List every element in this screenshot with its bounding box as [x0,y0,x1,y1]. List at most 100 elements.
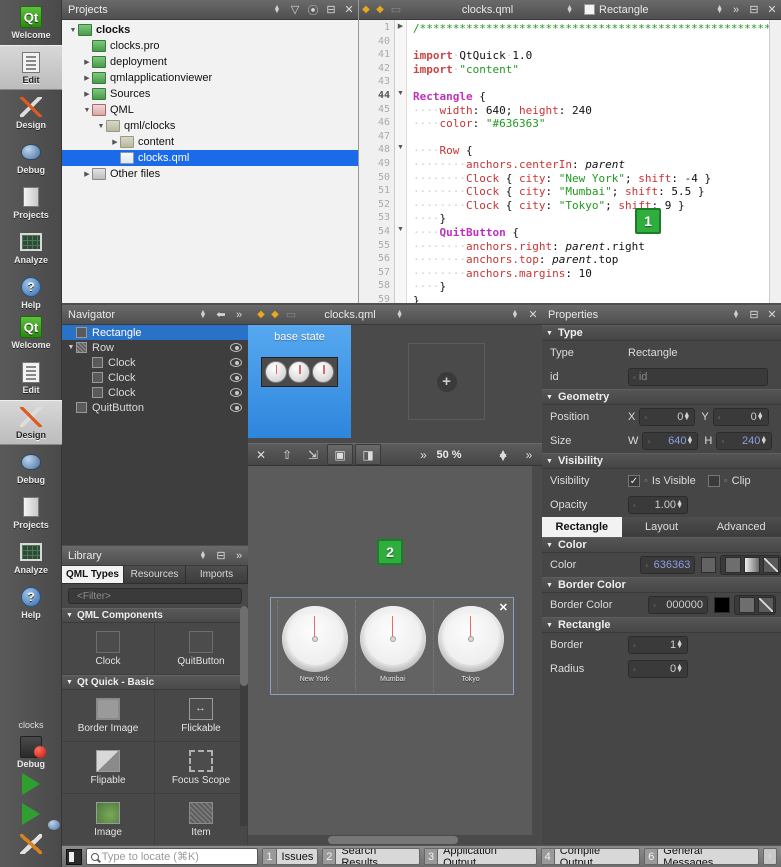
output-stepper-icon[interactable]: ▲▼ [763,848,777,865]
snap-layout-icon[interactable]: ⇲ [300,444,326,465]
code-line[interactable]: import·QtQuick·1.0 [413,49,781,63]
library-sections[interactable]: ▼QML ComponentsClockQuitButton▼Qt Quick … [62,608,248,846]
library-item[interactable]: Item [155,794,248,846]
library-item[interactable]: QuitButton [155,623,248,675]
code-line[interactable] [413,76,781,90]
no-border-button[interactable] [758,597,774,613]
more-icon[interactable]: » [727,1,745,19]
fold-marker[interactable]: ▼ [395,226,406,240]
fold-marker[interactable] [395,104,406,118]
projects-combo-stepper-icon[interactable]: ▲▼ [268,1,286,19]
code-line[interactable]: ····Row { [413,144,781,158]
navigator-combo-stepper-icon[interactable]: ▲▼ [194,306,212,324]
code-area[interactable]: 1404142434445464748495051525354555657585… [359,20,781,303]
radius-field[interactable]: ◦ 0 ▲▼ [628,660,688,678]
properties-tabs[interactable]: RectangleLayoutAdvanced [542,517,781,537]
mode-edit[interactable]: Edit [0,45,62,90]
library-item[interactable]: Image [62,794,155,846]
library-filter-input[interactable]: <Filter> [68,588,242,604]
properties-tab[interactable]: Layout [622,517,702,537]
disclosure-arrow-icon[interactable]: ▼ [66,344,76,351]
mode-debug[interactable]: Debug [0,445,62,490]
color-field[interactable]: ◦ 636363 [640,556,695,574]
close-icon[interactable]: ✕ [763,306,781,324]
state-card-base[interactable]: base state [248,325,351,438]
debug-button[interactable] [0,799,62,829]
navigator-tree[interactable]: Rectangle▼RowClockClockClockQuitButton [62,325,248,415]
file-combo-stepper-icon[interactable]: ▲▼ [566,6,573,14]
code-line[interactable]: ····color: "#636363" [413,117,781,131]
close-icon[interactable]: ✕ [763,1,781,19]
navigator-item[interactable]: Rectangle [62,325,248,340]
mode-help[interactable]: ?Help [0,270,62,315]
canvas-hscrollbar[interactable] [248,835,542,845]
library-item[interactable]: Flipable [62,742,155,794]
code-line[interactable]: ········anchors.centerIn: parent [413,158,781,172]
source-code[interactable]: /***************************************… [407,20,781,303]
mode-welcome[interactable]: QtWelcome [0,0,62,45]
mode-projects[interactable]: Projects [0,180,62,225]
w-stepper-icon[interactable]: ▲▼ [686,437,693,445]
disclosure-arrow-icon[interactable]: ▶ [82,58,92,66]
mode-edit[interactable]: Edit [0,355,62,400]
states-file-combo[interactable]: clocks.qml ▲▼ [300,305,407,325]
toggle-outline-icon[interactable]: ◨ [355,444,381,465]
library-item[interactable]: Flickable [155,690,248,742]
library-scroll-thumb[interactable] [240,606,248,686]
clock-item[interactable]: Tokyo [433,600,507,692]
properties-combo-stepper-icon[interactable]: ▲▼ [727,306,745,324]
project-tree-item[interactable]: clocks.qml [62,150,358,166]
code-line[interactable] [413,131,781,145]
h-field[interactable]: ◦ 240 ▲▼ [716,432,772,450]
project-tree-item[interactable]: ▶Other files [62,166,358,182]
y-stepper-icon[interactable]: ▲▼ [757,413,764,421]
border-color-mode-group[interactable] [734,595,776,615]
code-line[interactable]: ········anchors.right: parent.right [413,240,781,254]
code-line[interactable]: import·"content" [413,63,781,77]
output-pane-button[interactable]: 3Application Output [424,848,537,865]
id-field[interactable]: ◦ id [628,368,768,386]
section-geometry[interactable]: ▼ Geometry [542,389,781,405]
more-icon[interactable]: » [516,444,542,465]
border-field[interactable]: ◦ 1 ▲▼ [628,636,688,654]
w-field[interactable]: ◦ 640 ▲▼ [642,432,698,450]
library-combo-stepper-icon[interactable]: ▲▼ [194,547,212,565]
disclosure-arrow-icon[interactable]: ▼ [96,123,106,130]
more-icon[interactable]: » [230,547,248,565]
navigator-item[interactable]: QuitButton [62,400,248,415]
more-icon[interactable]: » [410,444,436,465]
fold-marker[interactable] [395,131,406,145]
border-color-field[interactable]: ◦ 000000 [648,596,708,614]
disclosure-arrow-icon[interactable]: ▶ [82,74,92,82]
clock-item[interactable]: New York [277,600,351,692]
solid-color-button[interactable] [725,557,741,573]
library-section-header[interactable]: ▼Qt Quick - Basic [62,675,248,690]
more-icon[interactable]: » [230,306,248,324]
clock-row[interactable]: New YorkMumbaiTokyo [271,598,513,694]
fold-marker[interactable] [395,117,406,131]
navigator-item[interactable]: Clock [62,355,248,370]
solid-border-button[interactable] [739,597,755,613]
h-stepper-icon[interactable]: ▲▼ [760,437,767,445]
library-item[interactable]: Border Image [62,690,155,742]
section-rectangle[interactable]: ▼ Rectangle [542,617,781,633]
library-section-header[interactable]: ▼QML Components [62,608,248,623]
fold-marker[interactable] [395,253,406,267]
library-tab[interactable]: Resources [124,566,186,583]
fold-marker[interactable] [395,172,406,186]
mode-projects[interactable]: Projects [0,490,62,535]
project-tree-item[interactable]: ▼QML [62,102,358,118]
visibility-eye-icon[interactable] [230,373,242,382]
project-tree-item[interactable]: ▶deployment [62,54,358,70]
fold-marker[interactable] [395,36,406,50]
disclosure-arrow-icon[interactable]: ▶ [82,90,92,98]
root-rectangle-item[interactable]: ✕ New YorkMumbaiTokyo [270,597,514,695]
code-line[interactable]: ····} [413,212,781,226]
project-tree-item[interactable]: clocks.pro [62,38,358,54]
mode-debug[interactable]: Debug [0,135,62,180]
clock-item[interactable]: Mumbai [355,600,429,692]
fold-marker[interactable] [395,63,406,77]
section-visibility[interactable]: ▼ Visibility [542,453,781,469]
snap-anchors-icon[interactable]: ⇧ [274,444,300,465]
fold-marker[interactable] [395,185,406,199]
